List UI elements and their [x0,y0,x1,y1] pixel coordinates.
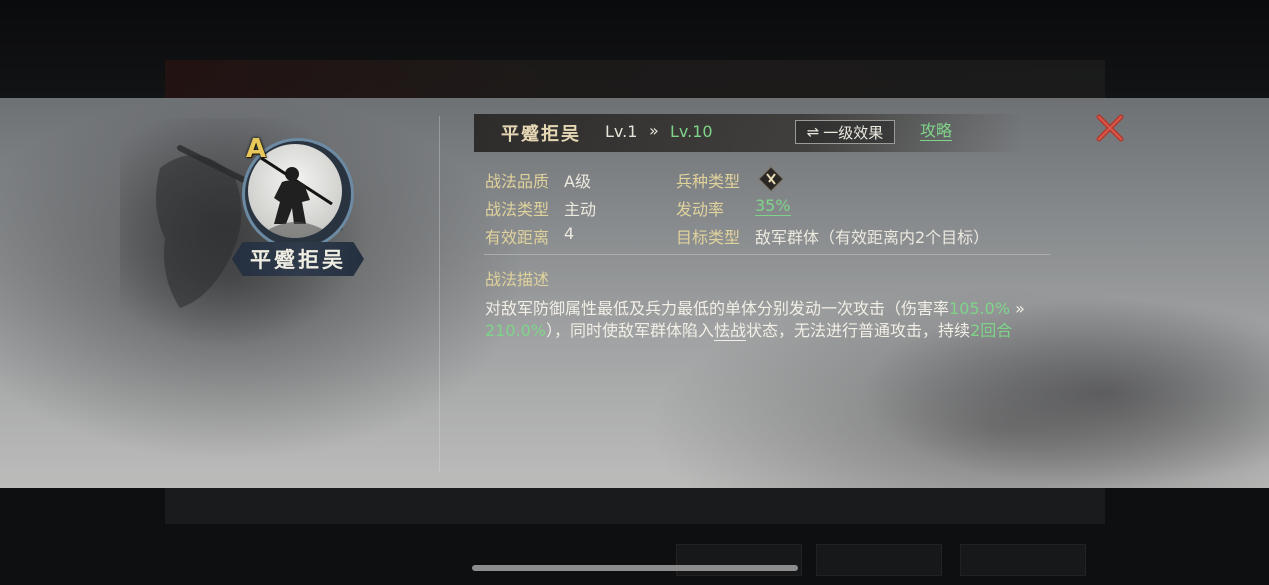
troop-type-icon[interactable] [758,166,784,192]
quality-label: 战法品质 [485,172,550,191]
target-type-value: 敌军群体（有效距离内2个目标） [755,228,990,247]
close-button[interactable] [1094,112,1126,144]
swap-icon: ⇌ [806,123,820,141]
description-heading: 战法描述 [485,270,550,289]
level-max: Lv.10 [670,122,713,141]
trigger-rate-label: 发动率 [676,200,725,219]
guide-link[interactable]: 攻略 [920,122,953,141]
status-effect-link[interactable]: 怯战 [714,321,747,341]
duration-value: 2回合 [970,321,1013,340]
home-indicator[interactable] [472,565,798,571]
description-text: 状态，无法进行普通攻击，持续 [746,321,971,340]
damage-arrow-icon: » [1015,299,1025,318]
background-button [816,544,942,576]
horizontal-divider [484,254,1050,255]
skill-description: 对敌军防御属性最低及兵力最低的单体分别发动一次攻击（伤害率105.0% » 210… [485,298,1055,342]
quality-value: A级 [564,172,591,191]
skill-grade-letter: A [246,134,267,164]
damage-rate-min: 105.0% [949,299,1011,318]
background-button [676,544,802,576]
level-effect-button[interactable]: ⇌ 一级效果 [795,120,895,144]
range-label: 有效距离 [485,228,550,247]
skill-emblem: A [242,134,354,250]
level-current: Lv.1 [605,122,638,141]
skill-type-label: 战法类型 [485,200,550,219]
emblem-skill-name: 平蹙拒吴 [250,247,346,272]
description-text: ），同时使敌军群体陷入 [546,321,715,340]
background-top [0,0,1269,98]
skill-detail-dialog: A 平蹙拒吴 平蹙拒吴 Lv.1 » Lv.10 ⇌ 一级效果 攻略 战法品质 … [0,98,1269,488]
skill-type-value: 主动 [564,200,597,219]
troop-type-label: 兵种类型 [676,172,741,191]
close-icon [1096,114,1124,142]
vertical-divider [439,116,440,472]
trigger-rate-value[interactable]: 35% [755,196,791,216]
skill-title: 平蹙拒吴 [501,124,581,145]
damage-rate-max: 210.0% [485,321,547,340]
background-button [960,544,1086,576]
level-effect-label: 一级效果 [823,123,884,142]
range-value: 4 [564,224,575,243]
emblem-name-plate: 平蹙拒吴 [232,242,364,276]
background-panel [165,488,1105,524]
description-text: 对敌军防御属性最低及兵力最低的单体分别发动一次攻击（伤害率 [485,299,950,318]
background-title-bar [165,60,1105,98]
target-type-label: 目标类型 [676,228,741,247]
level-arrow-icon: » [649,121,659,140]
